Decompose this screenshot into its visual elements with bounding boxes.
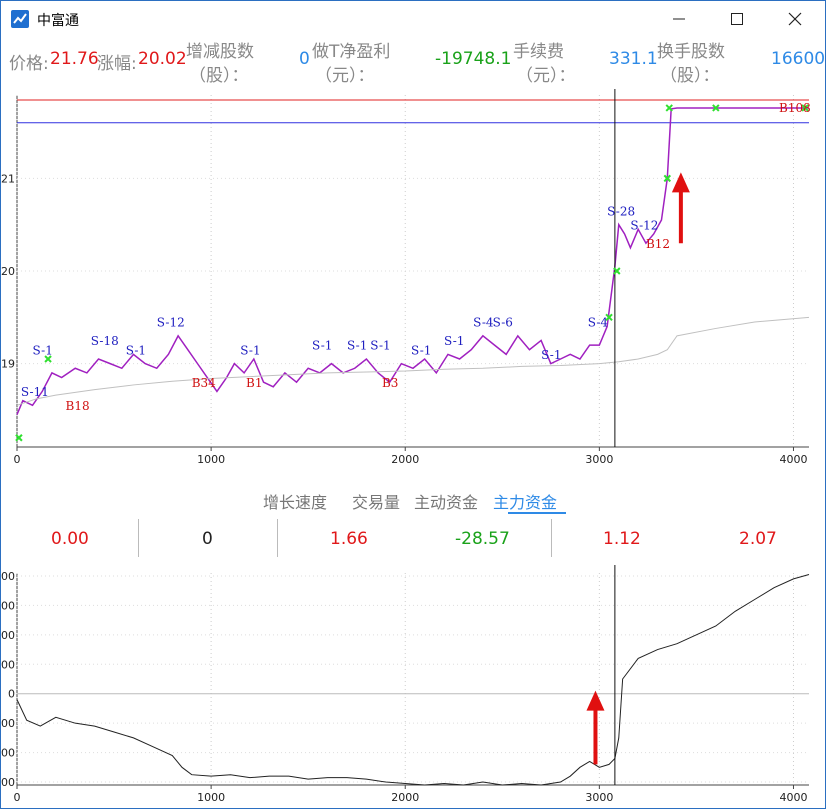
x-tick-label: 3000	[585, 791, 613, 804]
sell-annotation: S-18	[91, 334, 119, 348]
turnover-value: 16600	[771, 49, 826, 69]
indicator-value: 0	[202, 529, 213, 549]
window-title: 中富通	[37, 13, 79, 29]
sell-annotation: S-12	[630, 218, 658, 232]
price-value: 21.76	[50, 49, 99, 69]
x-tick-label: 1000	[197, 791, 225, 804]
y-tick-label: 4000	[1, 570, 15, 583]
y-tick-label: 0	[8, 688, 15, 701]
fee-label: 手续费	[513, 42, 564, 62]
maximize-button[interactable]	[714, 1, 760, 37]
fee-label-unit: （元）：	[516, 66, 576, 86]
y-tick-label: 1000	[1, 658, 15, 671]
average-price-line	[16, 316, 810, 406]
y-tick-label: 20	[1, 265, 15, 278]
indicator-value: -28.57	[455, 529, 510, 549]
indicator-values-row: 0.00 0 1.66 -28.57 1.12 2.07	[1, 519, 825, 559]
y-tick-label: -2000	[1, 747, 15, 760]
y-tick-label: -1000	[1, 717, 15, 730]
sell-annotation: S-1	[33, 343, 53, 357]
sell-annotation: S-1	[541, 348, 561, 362]
divider	[551, 519, 552, 557]
buy-annotation: B1	[246, 376, 262, 390]
shares-change-label-unit: （股）：	[189, 66, 249, 86]
sell-annotation: S-12	[157, 316, 185, 330]
indicator-value: 2.07	[739, 529, 777, 549]
title-bar[interactable]: 中富通	[1, 1, 825, 37]
sell-annotation: S-4	[588, 316, 609, 330]
maximize-icon	[731, 13, 743, 25]
y-tick-label: 21	[1, 172, 15, 185]
x-tick-label: 2000	[391, 453, 419, 466]
trade-marker	[665, 104, 673, 112]
close-icon	[788, 12, 802, 26]
buy-annotation: B34	[192, 376, 216, 390]
sell-annotation: S-28	[607, 204, 635, 218]
y-tick-label: -3000	[1, 776, 15, 789]
t-profit-label-unit: （元）：	[315, 66, 375, 86]
buy-annotation: B3	[382, 376, 398, 390]
sell-annotation: S-1	[126, 343, 146, 357]
turnover-label-unit: （股）：	[660, 66, 720, 86]
minimize-button[interactable]	[656, 1, 702, 37]
t-profit-label: 做T净盈利	[312, 42, 391, 62]
sell-annotation: S-1	[411, 343, 431, 357]
active-tab-indicator	[508, 512, 566, 514]
app-window: 中富通 价格: 21.76 涨幅: 20.02 增减股数 （股）： 0 做T净盈…	[0, 0, 826, 809]
sell-annotation: S-4	[473, 316, 494, 330]
indicator-value: 1.66	[330, 529, 368, 549]
price-line	[16, 107, 809, 415]
divider	[138, 519, 139, 557]
x-tick-label: 1000	[197, 453, 225, 466]
x-tick-label: 0	[14, 791, 21, 804]
price-label: 价格:	[9, 54, 49, 74]
sell-annotation: S-1	[370, 339, 390, 353]
shares-change-label: 增减股数	[186, 42, 254, 62]
sell-annotation: S-1	[347, 339, 367, 353]
tab-active-funds[interactable]: 主动资金	[414, 489, 478, 513]
price-chart[interactable]: 0 1000 2000 3000 4000192021S-12S-1 S-1 S-1 S-1 S…	[1, 89, 825, 474]
x-tick-label: 2000	[391, 791, 419, 804]
change-value: 20.02	[138, 49, 187, 69]
minimize-icon	[673, 18, 685, 20]
x-tick-label: 4000	[779, 453, 807, 466]
sell-annotation: S-11	[21, 385, 49, 399]
main-funds-chart[interactable]: 0 1000 2000 3000 4000 -3000 -2000 -1000 0 1000 200…	[1, 565, 825, 807]
y-tick-label: 19	[1, 358, 15, 371]
x-tick-label: 0	[14, 453, 21, 466]
x-tick-label: 4000	[779, 791, 807, 804]
t-profit-value: -19748.1	[435, 49, 512, 69]
sell-annotation: S-1	[312, 339, 332, 353]
close-button[interactable]	[772, 1, 818, 37]
buy-annotation: B12	[646, 237, 670, 251]
stats-bar: 价格: 21.76 涨幅: 20.02 增减股数 （股）： 0 做T净盈利 （元…	[1, 37, 825, 87]
sell-annotation: S-6	[493, 316, 513, 330]
indicator-value: 1.12	[603, 529, 641, 549]
tab-main-funds[interactable]: 主力资金	[493, 489, 557, 513]
chart-line-icon	[11, 10, 29, 28]
indicator-tabs: 增长速度 交易量 主动资金 主力资金	[1, 485, 825, 515]
y-tick-label: 3000	[1, 599, 15, 612]
y-tick-label: 2000	[1, 629, 15, 642]
tab-volume[interactable]: 交易量	[352, 489, 400, 513]
main-funds-line	[16, 573, 810, 786]
shares-change-value: 0	[299, 49, 310, 69]
sell-annotation: S-1	[444, 334, 464, 348]
sell-annotation: S-1	[240, 343, 260, 357]
end-label: B108	[779, 101, 811, 115]
turnover-label: 换手股数	[657, 42, 725, 62]
buy-annotation: B18	[66, 399, 90, 413]
fee-value: 331.1	[609, 49, 658, 69]
indicator-value: 0.00	[51, 529, 89, 549]
tab-growth-speed[interactable]: 增长速度	[263, 489, 327, 513]
change-label: 涨幅:	[97, 54, 137, 74]
red-up-arrow-head	[671, 172, 690, 193]
x-tick-label: 3000	[585, 453, 613, 466]
divider	[277, 519, 278, 557]
